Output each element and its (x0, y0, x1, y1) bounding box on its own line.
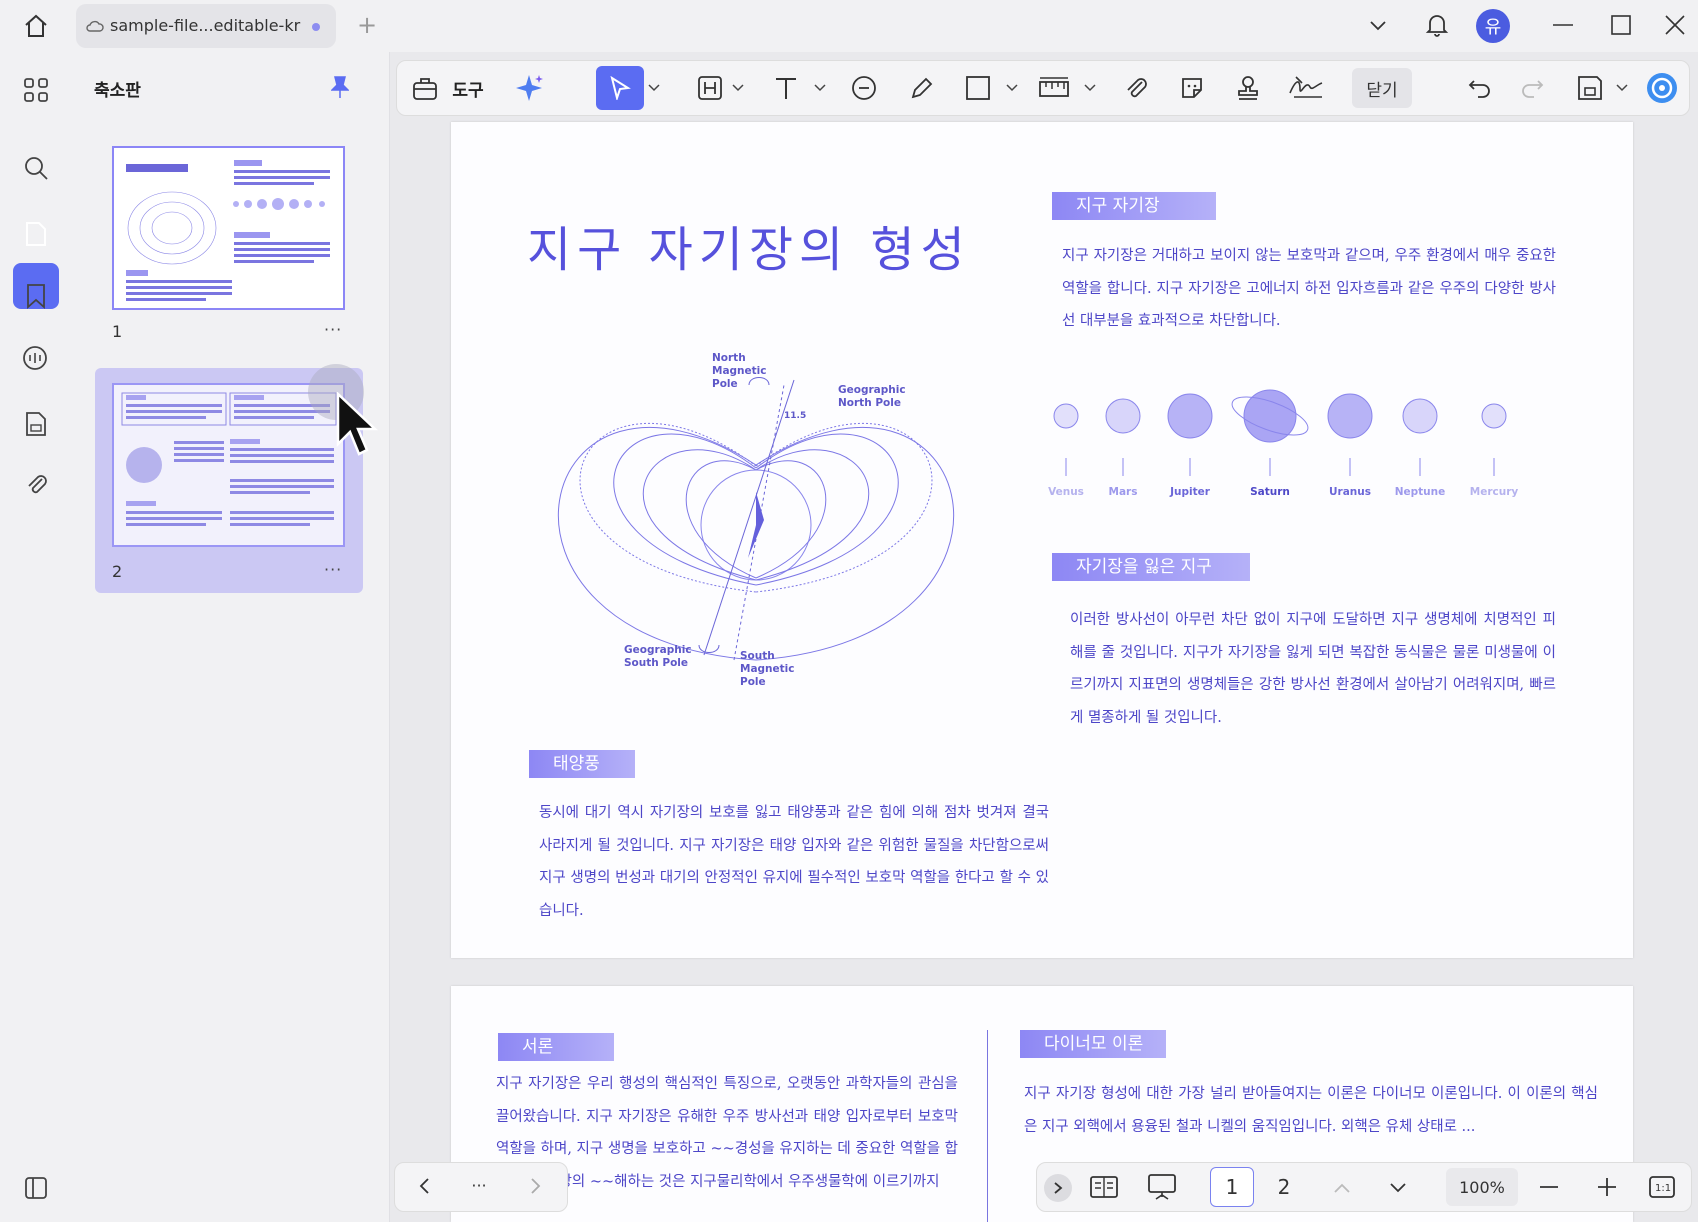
toolbox-icon[interactable] (410, 72, 440, 104)
thumbnail-more-2[interactable]: ··· (324, 560, 342, 579)
planets-illustration (1040, 380, 1580, 490)
comment-icon[interactable] (18, 342, 52, 376)
planet-label: Jupiter (1170, 486, 1210, 498)
heading-earth-magnetic-field: 지구 자기장 (1052, 192, 1216, 220)
scroll-up-icon[interactable] (1328, 1174, 1356, 1202)
document-icon[interactable] (20, 408, 52, 440)
document-tab[interactable]: sample-file...editable-kr (76, 4, 336, 48)
thumbnails-icon[interactable] (20, 218, 52, 250)
zoom-out-icon[interactable] (1534, 1172, 1564, 1202)
attachment-icon[interactable] (20, 468, 52, 500)
tab-title: sample-file...editable-kr (110, 16, 301, 35)
paragraph-earth-without-field: 이러한 방사선이 아무런 차단 없이 지구에 도달하면 지구 생명체에 치명적인… (1070, 612, 1556, 726)
shape-tool-icon[interactable] (962, 72, 994, 104)
tools-label[interactable]: 도구 (446, 74, 490, 102)
label-south-magnetic-pole: South Magnetic Pole (740, 650, 795, 688)
paragraph-solar-wind: 동시에 대기 역시 자기장의 보호를 잃고 태양풍과 같은 힘에 의해 점차 벗… (539, 805, 1049, 919)
home-icon[interactable] (20, 10, 52, 42)
pin-icon[interactable] (326, 72, 354, 102)
measure-tool-icon[interactable] (1036, 72, 1072, 104)
search-icon[interactable] (20, 152, 52, 184)
highlight-tool-icon[interactable] (694, 72, 726, 104)
heading-earth-without-field: 자기장을 잃은 지구 (1052, 553, 1250, 581)
unsaved-dot (312, 23, 320, 31)
grid-icon[interactable] (20, 74, 52, 106)
heading-solar-wind: 태양풍 (529, 750, 635, 778)
magnetic-field-diagram (494, 340, 1024, 700)
planet-label: Neptune (1394, 486, 1446, 498)
avatar[interactable]: 유 (1476, 9, 1510, 43)
ai-assistant-icon[interactable] (1644, 70, 1680, 106)
undo-icon[interactable] (1464, 72, 1496, 104)
sticker-tool-icon[interactable] (1176, 72, 1208, 104)
bookmark-icon[interactable] (20, 280, 52, 312)
label-north-magnetic-pole: North Magnetic Pole (712, 352, 767, 390)
shape-dropdown-icon[interactable] (1004, 80, 1020, 96)
label-angle: 11.5 (784, 411, 807, 421)
zoom-in-icon[interactable] (1592, 1172, 1622, 1202)
label-geographic-south-pole: Geographic South Pole (624, 644, 692, 669)
text-tool-icon[interactable] (770, 72, 802, 104)
paragraph-earth-magnetic-field: 지구 자기장은 거대하고 보이지 않는 보호막과 같으며, 우주 환경에서 매우… (1062, 248, 1556, 329)
pen-tool-icon[interactable] (906, 72, 938, 104)
close-tools-button[interactable]: 닫기 (1352, 68, 1412, 108)
heading-dynamo-theory: 다이너모 이론 (1020, 1030, 1166, 1058)
page-title: 지구 자기장의 형성 (527, 222, 971, 278)
new-tab-button[interactable]: + (352, 10, 382, 40)
two-page-view-icon[interactable] (1086, 1170, 1122, 1204)
cursor-arrow-icon (606, 74, 634, 102)
close-window-icon[interactable] (1660, 10, 1690, 40)
svg-text:1:1: 1:1 (1655, 1183, 1671, 1194)
planet-label: Uranus (1329, 486, 1371, 498)
cloud-icon (86, 17, 104, 35)
planet-label: Mercury (1469, 486, 1519, 498)
mouse-cursor-icon (334, 392, 378, 460)
page-thumbnail-2[interactable] (112, 383, 345, 547)
prev-page-icon[interactable] (410, 1172, 438, 1200)
column-divider (987, 1030, 988, 1222)
page-button-2[interactable]: 2 (1262, 1167, 1306, 1207)
minimize-icon[interactable] (1548, 10, 1578, 40)
page-thumbnail-1[interactable] (112, 146, 345, 310)
zoom-level[interactable]: 100% (1446, 1168, 1518, 1206)
next-page-icon[interactable] (522, 1172, 550, 1200)
ai-sparkle-icon[interactable] (512, 70, 548, 106)
redo-icon[interactable] (1516, 72, 1548, 104)
actual-size-icon[interactable]: 1:1 (1646, 1172, 1678, 1202)
sidebar-toggle-icon[interactable] (20, 1172, 52, 1204)
save-dropdown-icon[interactable] (1614, 80, 1630, 96)
save-icon[interactable] (1574, 72, 1606, 104)
expand-arrow-icon[interactable] (1044, 1174, 1072, 1202)
chevron-down-icon[interactable] (1364, 12, 1392, 40)
thumbnail-label-1: 1 (112, 322, 123, 341)
maximize-icon[interactable] (1606, 10, 1636, 40)
presentation-icon[interactable] (1144, 1170, 1180, 1204)
comment-tool-icon[interactable] (848, 72, 880, 104)
more-options[interactable]: ··· (464, 1170, 494, 1200)
heading-introduction: 서론 (498, 1033, 614, 1061)
thumbnail-more-1[interactable]: ··· (324, 320, 342, 339)
bell-icon[interactable] (1420, 8, 1454, 42)
scroll-down-icon[interactable] (1384, 1174, 1412, 1202)
measure-dropdown-icon[interactable] (1082, 80, 1098, 96)
panel-title: 축소판 (94, 81, 141, 101)
text-dropdown-icon[interactable] (812, 80, 828, 96)
thumbnail-label-2: 2 (112, 562, 123, 581)
signature-tool-icon[interactable] (1286, 70, 1326, 104)
select-dropdown-icon[interactable] (646, 80, 662, 96)
stamp-tool-icon[interactable] (1232, 72, 1264, 104)
attach-tool-icon[interactable] (1120, 72, 1152, 104)
planet-label: Saturn (1250, 486, 1290, 498)
page-button-1[interactable]: 1 (1210, 1167, 1254, 1207)
highlight-dropdown-icon[interactable] (730, 80, 746, 96)
label-geographic-north-pole: Geographic North Pole (838, 384, 906, 409)
